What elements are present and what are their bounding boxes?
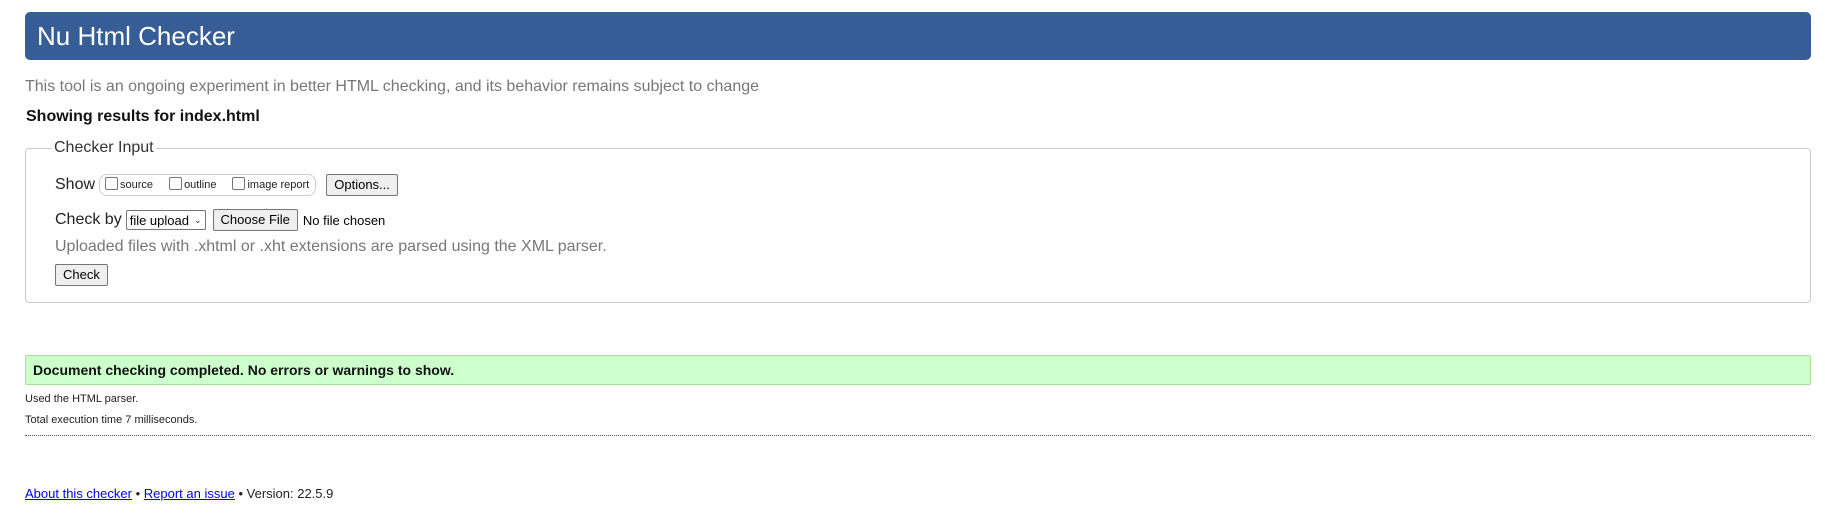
used-parser-text: Used the HTML parser.	[25, 393, 139, 405]
show-options-group: source outline image report	[99, 174, 317, 196]
source-checkbox-label[interactable]: source	[120, 179, 153, 191]
outline-checkbox-label[interactable]: outline	[184, 179, 216, 191]
show-outline-option[interactable]: outline	[169, 176, 216, 192]
checker-input-legend: Checker Input	[52, 139, 156, 157]
footer-separator: •	[238, 486, 244, 501]
image-report-checkbox-label[interactable]: image report	[247, 179, 309, 191]
tagline: This tool is an ongoing experiment in be…	[25, 78, 760, 95]
footer-separator: •	[135, 486, 141, 501]
results-heading: Showing results for index.html	[26, 108, 260, 125]
check-by-label: Check by	[55, 211, 122, 228]
page-header: Nu Html Checker	[25, 12, 1811, 60]
about-checker-link[interactable]: About this checker	[25, 486, 132, 501]
show-image-report-option[interactable]: image report	[232, 176, 309, 192]
checker-input-fieldset: Checker Input Show source outline image …	[25, 139, 1811, 303]
success-message: Document checking completed. No errors o…	[25, 355, 1811, 385]
no-file-text: No file chosen	[302, 212, 386, 228]
page-title: Nu Html Checker	[37, 21, 235, 51]
show-label: Show	[55, 176, 96, 193]
check-by-selected-value[interactable]: file upload	[130, 213, 189, 228]
report-issue-link[interactable]: Report an issue	[144, 486, 235, 501]
image-report-checkbox[interactable]	[232, 176, 246, 190]
source-checkbox[interactable]	[105, 176, 119, 190]
chevron-down-icon[interactable]: ⌄	[194, 215, 202, 226]
show-source-option[interactable]: source	[105, 176, 153, 192]
divider	[25, 435, 1811, 436]
check-button[interactable]: Check	[55, 264, 108, 286]
outline-checkbox[interactable]	[169, 176, 183, 190]
footer: About this checker • Report an issue • V…	[25, 486, 333, 501]
xml-parser-note-row: Uploaded files with .xhtml or .xht exten…	[55, 238, 607, 256]
execution-time-text: Total execution time 7 milliseconds.	[25, 414, 198, 426]
choose-file-button[interactable]: Choose File	[212, 209, 298, 231]
check-row: Check	[55, 264, 108, 286]
options-button[interactable]: Options...	[326, 174, 398, 196]
xml-parser-note: Uploaded files with .xhtml or .xht exten…	[55, 238, 607, 255]
check-by-select[interactable]: file upload ⌄	[125, 210, 206, 230]
page: Nu Html Checker This tool is an ongoing …	[0, 0, 1825, 518]
check-by-row: Check by file upload ⌄ Choose File No fi…	[55, 209, 385, 231]
show-row: Show source outline image report Options…	[55, 174, 398, 196]
version-text: Version: 22.5.9	[246, 486, 334, 501]
